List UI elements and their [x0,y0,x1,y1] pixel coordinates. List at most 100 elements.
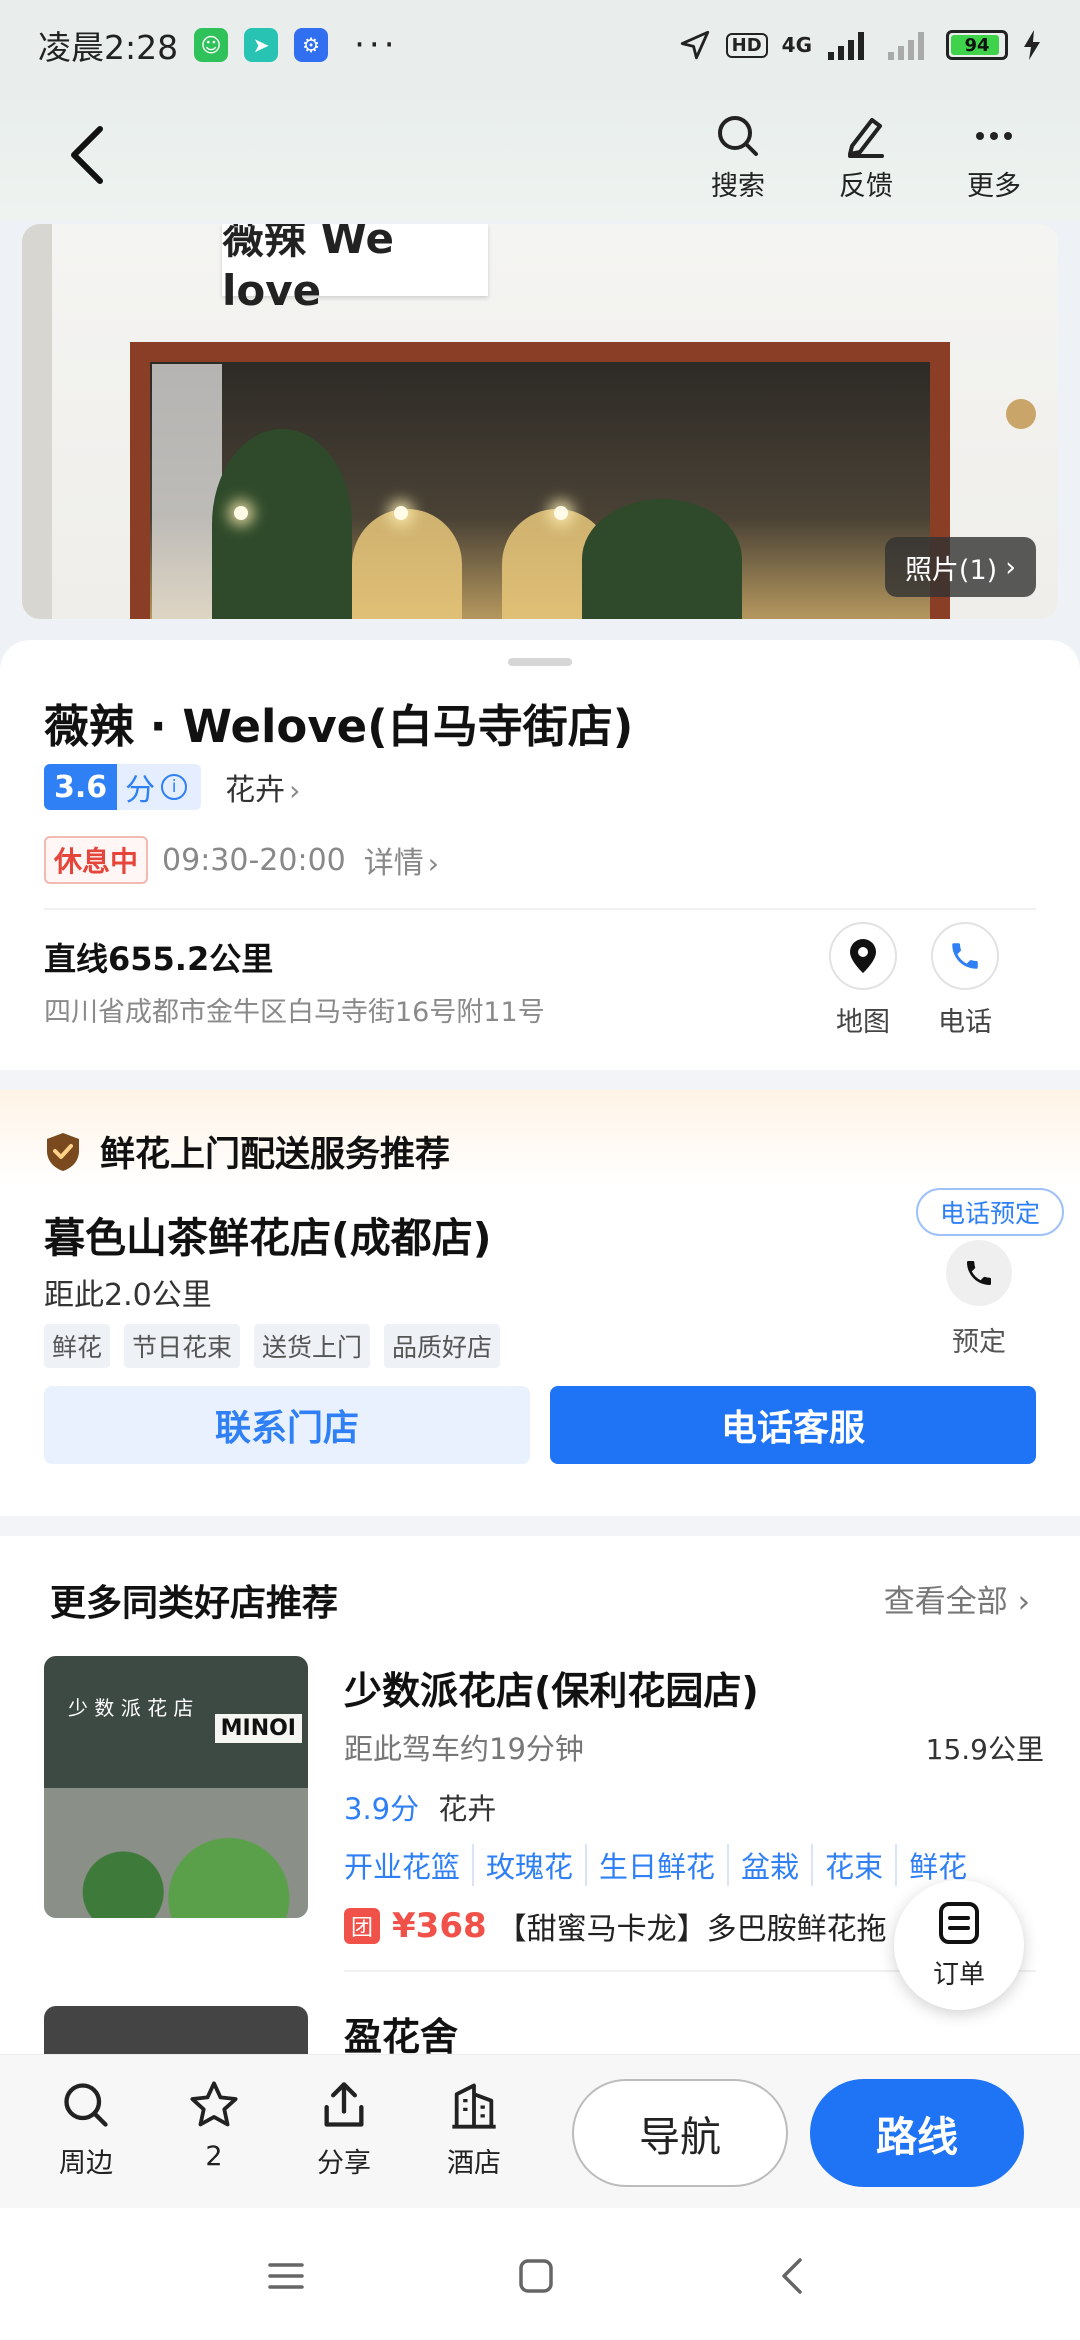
location-arrow-icon [680,30,709,60]
promo-shop-distance: 距此2.0公里 [44,1278,212,1313]
tag: 节日花束 [124,1324,241,1368]
shop-name: 盈花舍 [344,2015,459,2059]
recommendations-title: 更多同类好店推荐 [50,1583,339,1624]
place-detail-sheet: 薇辣 · Welove(白马寺街店) 3.6 分 i 花卉 › 休息中 09:30… [0,640,1080,2066]
hd-badge: HD [725,32,768,58]
rating-badge[interactable]: 3.6 分 i [44,764,202,810]
search-button[interactable]: 搜索 [692,112,784,203]
chevron-right-icon: › [1017,1584,1030,1620]
search-icon [718,116,758,156]
straight-distance: 直线655.2公里 [44,940,274,978]
more-button[interactable]: 更多 [948,112,1040,203]
drive-time: 距此驾车约19分钟 [344,1732,584,1766]
signal-icon [828,32,864,60]
header-actions: 搜索 反馈 更多 [692,112,1040,203]
shop-category: 花卉 [438,1792,497,1826]
thumb-sign-2: MINOI [214,1714,302,1743]
phone-icon [967,1261,991,1285]
orders-button[interactable]: 订单 [894,1880,1024,2010]
wechat-notification-icon: ☺ [194,28,229,62]
address[interactable]: 四川省成都市金牛区白马寺街16号附11号 [44,990,545,1029]
share-label: 分享 [317,2148,371,2179]
call-service-button[interactable]: 电话客服 [550,1386,1036,1464]
order-list-icon [939,1901,979,1944]
orders-label: 订单 [932,1959,985,1990]
phone-button[interactable]: 电话 [920,922,1010,1039]
route-button[interactable]: 路线 [810,2079,1024,2187]
details-label: 详情 [363,846,424,881]
battery-level: 94 [964,34,990,56]
tag: 品质好店 [384,1324,501,1368]
thumb-sign: 少 数 派 花 店 [68,1696,194,1720]
hotel-icon [452,2083,496,2129]
status-bar: 凌晨2:28 ☺ ➤ ⚙ ··· HD 4G 94 [0,0,1080,90]
deal-price: ¥368 [392,1906,487,1946]
promo-heading-text: 鲜花上门配送服务推荐 [100,1135,451,1175]
phone-reserve-bubble: 电话预定 [915,1188,1064,1236]
reserve-label: 预定 [952,1327,1006,1358]
hours-details-link[interactable]: 详情 › [364,838,439,882]
opening-hours: 09:30-20:00 [162,842,346,878]
share-button[interactable]: 分享 [294,2079,394,2180]
sheet-handle[interactable] [508,658,572,666]
promo-shop-name[interactable]: 暮色山茶鲜花店(成都店) [44,1204,491,1264]
photo-count-button[interactable]: 照片(1) › [884,537,1036,597]
view-all-label: 查看全部 [883,1584,1008,1620]
top-header: 搜索 反馈 更多 [0,90,1080,220]
tag: 开业花篮 [344,1850,461,1884]
hours-row: 休息中 09:30-20:00 详情 › [44,836,439,884]
chevron-left-icon [782,2258,802,2294]
star-icon [190,2081,238,2127]
view-all-link[interactable]: 查看全部 › [884,1576,1030,1621]
shop-tags: 开业花篮 玫瑰花 生日鲜花 盆栽 花束 鲜花 [344,1844,967,1886]
chevron-right-icon: › [289,774,301,807]
group-deal-icon: 团 [344,1908,380,1944]
map-button[interactable]: 地图 [818,922,908,1039]
hotel-button[interactable]: 酒店 [424,2079,524,2180]
status-badge: 休息中 [44,836,149,884]
rating-unit: 分 [125,773,156,808]
tag: 花束 [811,1844,883,1886]
info-icon: i [161,774,188,800]
store-sign: 薇辣 We love [222,224,488,315]
favorite-button[interactable]: 2 [164,2079,264,2172]
phone-label: 电话 [938,1007,992,1038]
location-pin-icon [850,939,876,973]
shop-name: 少数派花店(保利花园店) [344,1669,759,1713]
back-button[interactable] [58,120,118,190]
more-icon [976,132,1012,140]
promo-heading: 鲜花上门配送服务推荐 [44,1126,450,1177]
deal-title: 【甜蜜马卡龙】多巴胺鲜花拖 [496,1912,887,1947]
category-link[interactable]: 花卉 › [225,765,300,809]
system-back-button[interactable] [762,2246,822,2306]
shop-distance: 15.9公里 [925,1733,1044,1766]
battery-icon: 94 [946,30,1008,60]
system-nav-bar [0,2208,1080,2340]
shop-rating-unit: 分 [390,1792,420,1826]
recent-apps-button[interactable] [256,2246,316,2306]
store-photo[interactable]: 薇辣 We love 照片(1) › [22,224,1058,619]
feedback-button[interactable]: 反馈 [820,112,912,203]
send-notification-icon: ➤ [244,28,279,62]
hotel-label: 酒店 [447,2148,501,2179]
tag: 盆栽 [727,1844,799,1886]
contact-store-button[interactable]: 联系门店 [44,1386,530,1464]
more-label: 更多 [967,171,1021,202]
navigate-button[interactable]: 导航 [572,2079,788,2187]
home-square-icon [519,2259,553,2293]
chevron-right-icon: › [1005,551,1016,583]
home-button[interactable] [506,2246,566,2306]
pen-icon [848,118,884,158]
search-label: 搜索 [711,171,765,202]
signal-2-icon [888,32,924,60]
group-deal[interactable]: 团 ¥368 【甜蜜马卡龙】多巴胺鲜花拖 [344,1904,887,1948]
reserve-call-button[interactable]: 预定 [924,1240,1034,1359]
photo-count-label: 照片(1) [904,554,998,586]
chevron-right-icon: › [427,847,439,880]
nearby-button[interactable]: 周边 [36,2079,136,2180]
phone-icon [952,943,978,969]
recommendation-item[interactable]: 少 数 派 花 店 MINOI 少数派花店(保利花园店) 距此驾车约19分钟 1… [44,1656,1044,1947]
charging-icon [1024,30,1040,60]
menu-icon [268,2263,304,2289]
divider [44,908,1036,910]
